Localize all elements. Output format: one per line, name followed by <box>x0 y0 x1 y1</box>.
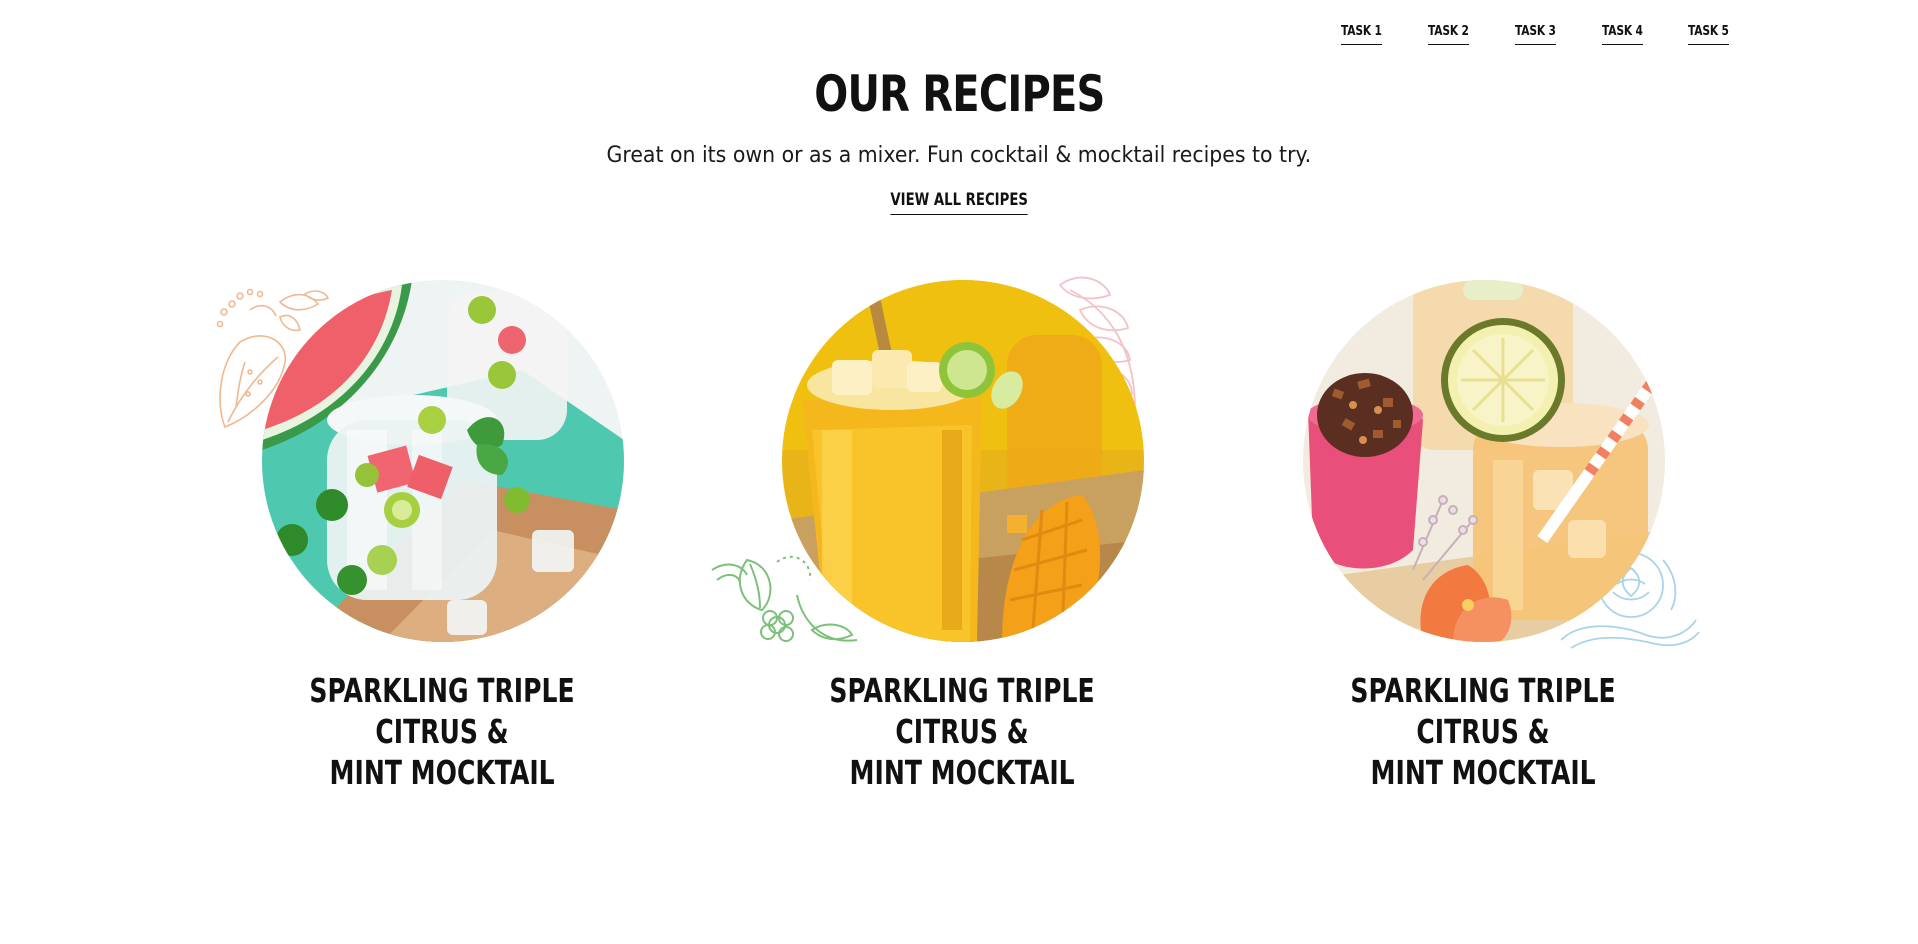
recipe-card-3: SPARKLING TRIPLE CITRUS & MINT MOCKTAIL <box>1243 270 1723 792</box>
task-link-4[interactable]: TASK 4 <box>1601 24 1642 45</box>
recipe-title-1[interactable]: SPARKLING TRIPLE CITRUS & MINT MOCKTAIL <box>202 670 682 793</box>
section-title: OUR RECIPES <box>0 64 1918 124</box>
recipe-title-2-line-1: SPARKLING TRIPLE CITRUS & <box>829 671 1095 751</box>
task-link-3[interactable]: TASK 3 <box>1514 24 1556 45</box>
section-subtitle: Great on its own or as a mixer. Fun cock… <box>0 142 1918 170</box>
task-link-5[interactable]: TASK 5 <box>1688 24 1729 45</box>
recipe-title-2[interactable]: SPARKLING TRIPLE CITRUS & MINT MOCKTAIL <box>722 670 1202 793</box>
recipe-card-1: SPARKLING TRIPLE CITRUS & MINT MOCKTAIL <box>202 270 682 792</box>
mango-lime-drink-photo <box>782 280 1144 642</box>
recipe-title-3-line-2: MINT MOCKTAIL <box>1370 753 1596 792</box>
section-title-text: OUR RECIPES <box>813 65 1105 123</box>
recipe-card-2: SPARKLING TRIPLE CITRUS & MINT MOCKTAIL <box>711 270 1202 792</box>
recipe-title-1-line-1: SPARKLING TRIPLE CITRUS & <box>309 671 575 751</box>
task-link-2[interactable]: TASK 2 <box>1428 24 1469 45</box>
view-all-wrap: VIEW ALL RECIPES <box>0 190 1918 215</box>
section-subtitle-text: Great on its own or as a mixer. Fun cock… <box>606 143 1312 168</box>
recipe-image-1[interactable] <box>262 280 624 642</box>
recipe-title-2-line-2: MINT MOCKTAIL <box>849 753 1075 792</box>
recipe-title-3[interactable]: SPARKLING TRIPLE CITRUS & MINT MOCKTAIL <box>1243 670 1723 793</box>
task-link-1[interactable]: TASK 1 <box>1341 24 1382 45</box>
iced-tea-lemon-drink-photo <box>1303 280 1665 642</box>
view-all-recipes-link[interactable]: VIEW ALL RECIPES <box>890 190 1028 215</box>
recipe-image-3[interactable] <box>1303 280 1665 642</box>
recipe-title-1-line-2: MINT MOCKTAIL <box>329 753 555 792</box>
watermelon-lime-mint-drink-photo <box>262 280 624 642</box>
recipe-title-3-line-1: SPARKLING TRIPLE CITRUS & <box>1350 671 1616 751</box>
task-nav: TASK 1 TASK 2 TASK 3 TASK 4 TASK 5 <box>1341 24 1738 45</box>
recipe-image-2[interactable] <box>782 280 1144 642</box>
